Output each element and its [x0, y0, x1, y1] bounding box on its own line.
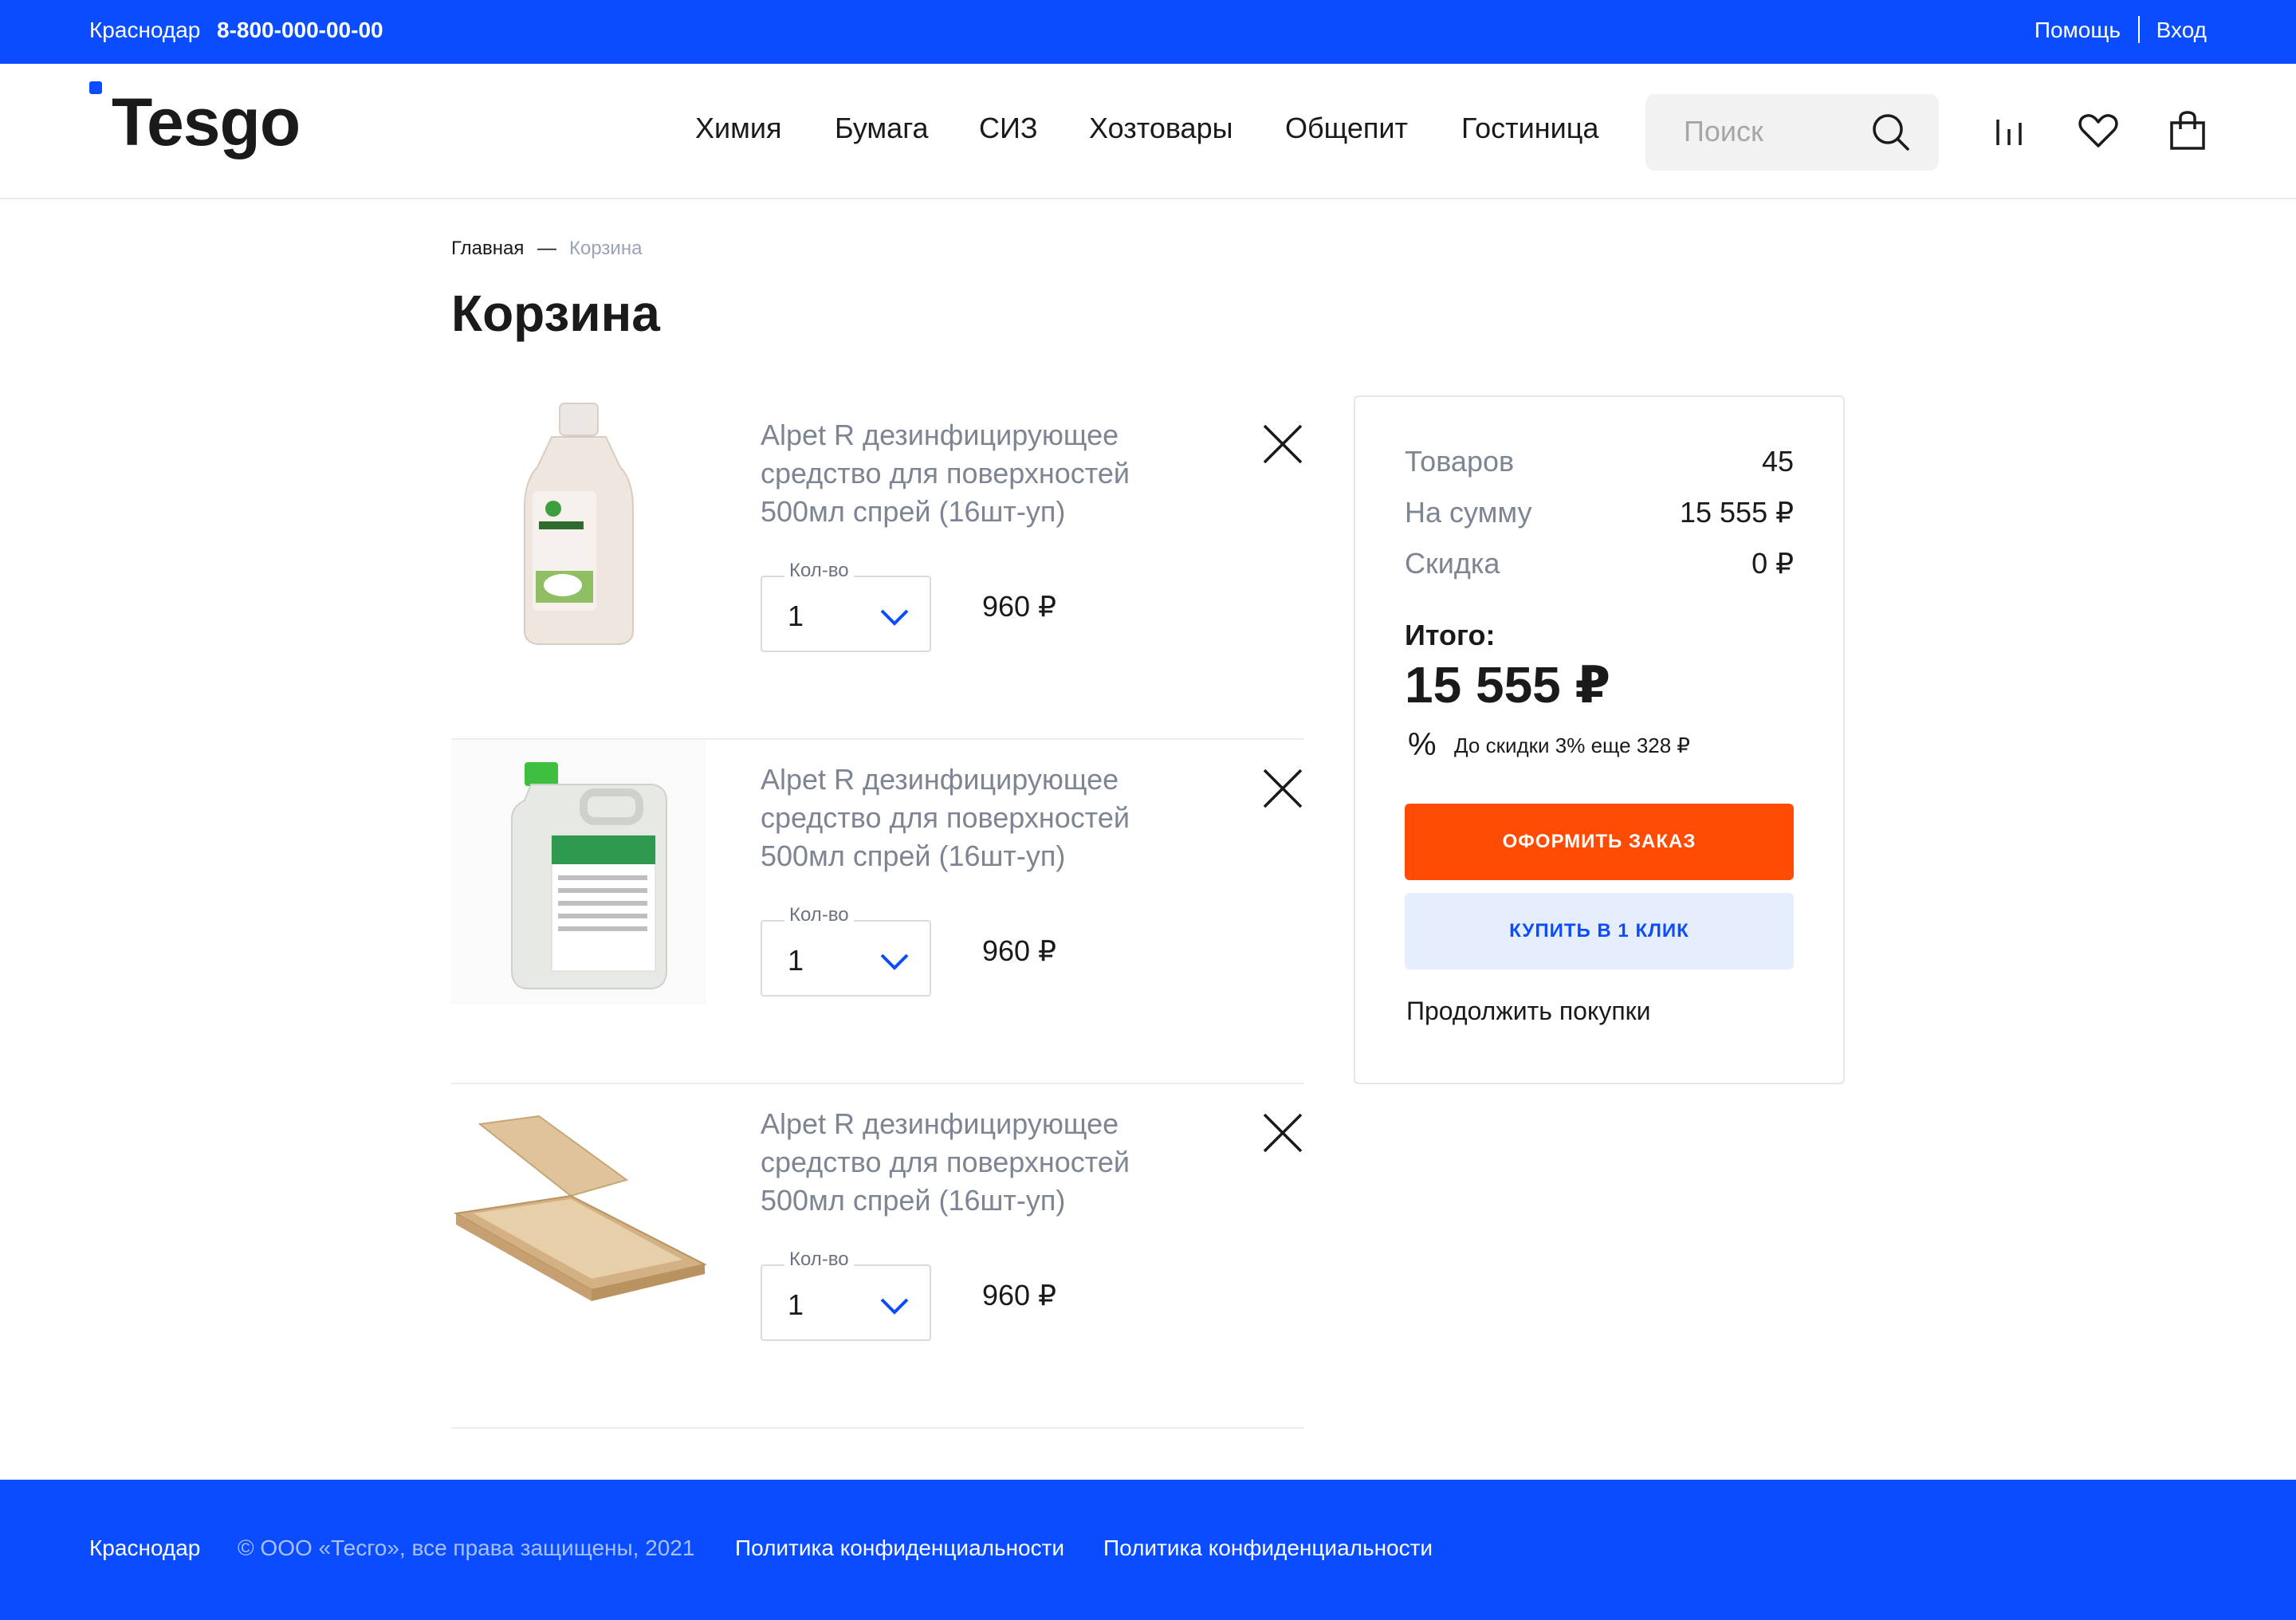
quantity-value: 1	[788, 944, 804, 977]
summary-sum-row: На сумму 15 555 ₽	[1405, 496, 1794, 529]
total-label: Итого:	[1405, 619, 1496, 651]
shopping-bag-icon[interactable]	[2165, 108, 2210, 153]
summary-sum-value: 15 555 ₽	[1679, 496, 1794, 529]
summary-items-label: Товаров	[1405, 445, 1515, 478]
compare-icon[interactable]	[1987, 108, 2031, 153]
product-title[interactable]: Alpet R дезинфицирующее средство для пов…	[761, 761, 1175, 875]
product-title[interactable]: Alpet R дезинфицирующее средство для пов…	[761, 1105, 1175, 1220]
quantity-label: Кол-во	[784, 1248, 854, 1271]
quantity-label: Кол-во	[784, 904, 854, 926]
breadcrumb-current: Корзина	[569, 238, 643, 259]
chevron-down-icon[interactable]	[879, 603, 910, 630]
total-value: 15 555 ₽	[1405, 656, 1611, 714]
search-box	[1645, 94, 1939, 171]
nav-item-chemistry[interactable]: Химия	[695, 112, 781, 145]
place-order-button[interactable]: ОФОРМИТЬ ЗАКАЗ	[1405, 804, 1794, 880]
quantity-value: 1	[788, 600, 804, 632]
percent-icon: %	[1408, 727, 1437, 762]
footer-privacy-link-2[interactable]: Политика конфиденциальности	[1103, 1535, 1433, 1561]
breadcrumb-home[interactable]: Главная	[451, 238, 524, 260]
quantity-select[interactable]: Кол-во 1	[761, 904, 931, 997]
page-title: Корзина	[451, 285, 660, 342]
topbar-city[interactable]: Краснодар	[89, 18, 200, 43]
item-price: 960 ₽	[982, 934, 1056, 967]
summary-discount-row: Скидка 0 ₽	[1405, 547, 1794, 580]
chevron-down-icon[interactable]	[879, 947, 910, 974]
search-icon[interactable]	[1870, 112, 1912, 153]
item-price: 960 ₽	[982, 590, 1056, 623]
nav-item-household[interactable]: Хозтовары	[1089, 112, 1233, 145]
topbar-divider	[2138, 16, 2140, 43]
footer-copyright: © ООО «Тесго», все права защищены, 2021	[238, 1535, 695, 1560]
product-image-pizza-box[interactable]	[451, 1084, 706, 1349]
discount-hint: До скидки 3% еще 328 ₽	[1454, 733, 1690, 757]
cart-item: Alpet R дезинфицирующее средство для пов…	[451, 1084, 1304, 1429]
product-title[interactable]: Alpet R дезинфицирующее средство для пов…	[761, 416, 1175, 531]
nav-item-hotel[interactable]: Гостиница	[1461, 112, 1598, 145]
top-bar: Краснодар 8-800-000-00-00 Помощь Вход	[0, 0, 2296, 64]
product-image-canister[interactable]	[451, 740, 706, 1005]
summary-sum-label: На сумму	[1405, 496, 1532, 529]
summary-discount-label: Скидка	[1405, 547, 1500, 580]
quantity-select[interactable]: Кол-во 1	[761, 560, 931, 652]
cart-item: Alpet R дезинфицирующее средство для пов…	[451, 740, 1304, 1084]
logo-dot	[89, 81, 102, 94]
quantity-select[interactable]: Кол-во 1	[761, 1248, 931, 1341]
topbar-phone[interactable]: 8-800-000-00-00	[217, 18, 383, 43]
nav-item-ppe[interactable]: СИЗ	[979, 112, 1038, 145]
footer-city[interactable]: Краснодар	[89, 1535, 200, 1561]
site-logo[interactable]: Tesgo	[112, 86, 301, 158]
buy-one-click-button[interactable]: КУПИТЬ В 1 КЛИК	[1405, 893, 1794, 969]
summary-items-value: 45	[1761, 445, 1794, 478]
chevron-down-icon[interactable]	[879, 1292, 910, 1319]
product-image-bottle[interactable]	[451, 395, 706, 660]
nav-item-paper[interactable]: Бумага	[835, 112, 929, 145]
order-summary: Товаров 45 На сумму 15 555 ₽ Скидка 0 ₽ …	[1354, 395, 1845, 1084]
footer-privacy-link[interactable]: Политика конфиденциальности	[735, 1535, 1064, 1561]
summary-items-row: Товаров 45	[1405, 445, 1794, 478]
quantity-value: 1	[788, 1288, 804, 1321]
remove-item-icon[interactable]	[1261, 767, 1304, 810]
search-input[interactable]	[1684, 112, 1859, 151]
remove-item-icon[interactable]	[1261, 1111, 1304, 1154]
quantity-label: Кол-во	[784, 560, 854, 582]
breadcrumb-separator: —	[537, 238, 556, 259]
help-link[interactable]: Помощь	[2035, 18, 2121, 43]
login-link[interactable]: Вход	[2156, 18, 2207, 43]
remove-item-icon[interactable]	[1261, 423, 1304, 466]
heart-icon[interactable]	[2076, 108, 2121, 153]
continue-shopping-link[interactable]: Продолжить покупки	[1406, 997, 1651, 1026]
site-footer: Краснодар © ООО «Тесго», все права защищ…	[0, 1480, 2296, 1620]
cart-item: Alpet R дезинфицирующее средство для пов…	[451, 395, 1304, 740]
item-price: 960 ₽	[982, 1279, 1056, 1311]
summary-discount-value: 0 ₽	[1751, 547, 1794, 580]
nav-item-catering[interactable]: Общепит	[1285, 112, 1408, 145]
